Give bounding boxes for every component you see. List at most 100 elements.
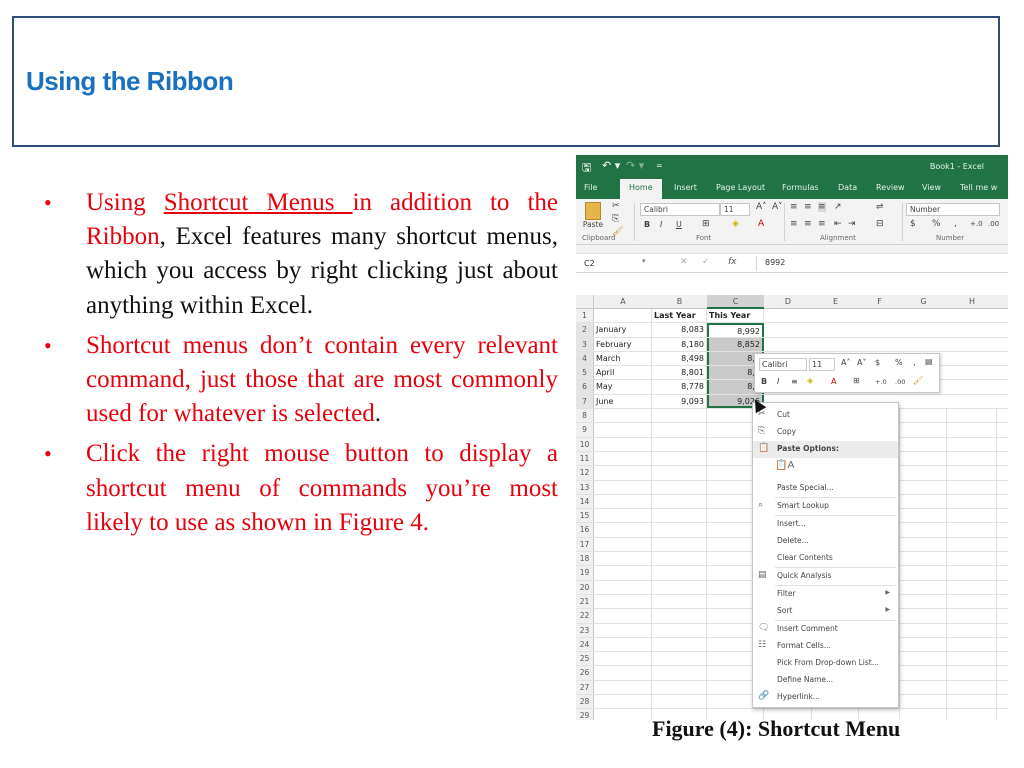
cell-last-year[interactable]: 8,801: [652, 366, 707, 380]
cell-last-year[interactable]: 8,180: [652, 337, 707, 351]
cell[interactable]: [900, 695, 947, 709]
cell[interactable]: [900, 423, 947, 437]
column-header-d[interactable]: D: [764, 297, 812, 306]
cell[interactable]: [652, 680, 707, 695]
mini-percent-button[interactable]: %: [895, 358, 903, 367]
menu-item-pick-from-drop-down-list[interactable]: Pick From Drop-down List...: [753, 655, 898, 672]
tab-insert[interactable]: Insert: [674, 183, 697, 192]
cell[interactable]: [652, 494, 707, 509]
decrease-indent-icon[interactable]: ⇤: [834, 219, 842, 229]
cell[interactable]: [652, 695, 707, 709]
row-number[interactable]: 6: [576, 380, 594, 394]
cell[interactable]: [947, 523, 997, 537]
menu-item-insert-comment[interactable]: 🗨 Insert Comment: [753, 621, 898, 638]
menu-item-format-cells[interactable]: ☷ Format Cells...: [753, 638, 898, 655]
mini-font-select[interactable]: Calibri: [759, 358, 807, 371]
cell[interactable]: [594, 609, 652, 623]
cell[interactable]: [900, 709, 947, 720]
align-center-icon[interactable]: ≡: [804, 219, 812, 229]
column-header-g[interactable]: G: [900, 297, 947, 306]
cell[interactable]: [947, 480, 997, 494]
cell[interactable]: [900, 566, 947, 580]
cell[interactable]: [947, 537, 997, 552]
cell[interactable]: [652, 409, 707, 423]
name-box-dropdown-icon[interactable]: ▾: [642, 257, 646, 265]
font-color-icon[interactable]: A: [758, 219, 764, 229]
cell[interactable]: [947, 409, 997, 423]
row-number[interactable]: 25: [576, 652, 594, 666]
align-bottom-icon[interactable]: ≡: [818, 202, 826, 212]
currency-button[interactable]: $: [910, 219, 916, 229]
menu-item-quick-analysis[interactable]: ▤ Quick Analysis: [753, 568, 898, 585]
cell[interactable]: [947, 451, 997, 466]
cell[interactable]: [652, 523, 707, 537]
tab-page-layout[interactable]: Page Layout: [716, 183, 765, 192]
cell-month[interactable]: January: [594, 323, 652, 337]
increase-indent-icon[interactable]: ⇥: [848, 219, 856, 229]
cell-last-year[interactable]: 8,778: [652, 380, 707, 394]
cell[interactable]: [594, 409, 652, 423]
comma-button[interactable]: ‚: [954, 219, 957, 229]
cell[interactable]: [947, 594, 997, 609]
cell[interactable]: [652, 423, 707, 437]
cell[interactable]: [947, 509, 997, 523]
copy-icon[interactable]: ⎘: [612, 214, 619, 224]
column-header-h[interactable]: H: [947, 297, 997, 306]
cell[interactable]: [900, 509, 947, 523]
row-number[interactable]: 10: [576, 437, 594, 451]
cell[interactable]: [652, 637, 707, 652]
italic-button[interactable]: I: [660, 220, 662, 229]
cell[interactable]: [900, 580, 947, 594]
cell[interactable]: [594, 709, 652, 720]
row-number[interactable]: 23: [576, 623, 594, 637]
cell[interactable]: [652, 652, 707, 666]
tab-formulas[interactable]: Formulas: [782, 183, 819, 192]
cell[interactable]: [947, 494, 997, 509]
cell[interactable]: [594, 652, 652, 666]
cell-last-year[interactable]: 8,498: [652, 351, 707, 366]
paste-button[interactable]: Paste: [582, 202, 604, 234]
row-number[interactable]: 27: [576, 680, 594, 695]
cell[interactable]: [652, 552, 707, 566]
mini-fill-icon[interactable]: ◈: [807, 376, 813, 385]
wrap-text-icon[interactable]: ⇌: [876, 202, 884, 212]
formula-input[interactable]: 8992: [756, 256, 1008, 271]
column-header-b[interactable]: B: [652, 297, 707, 306]
tab-data[interactable]: Data: [838, 183, 857, 192]
decrease-decimal-button[interactable]: .00: [988, 220, 999, 228]
mini-decrease-decimal-button[interactable]: .00: [895, 378, 905, 386]
cell[interactable]: [652, 580, 707, 594]
row-number[interactable]: 5: [576, 366, 594, 380]
mini-grow-font-button[interactable]: A˄: [841, 358, 850, 367]
tab-view[interactable]: View: [922, 183, 941, 192]
mini-format-icon[interactable]: ▤: [925, 357, 933, 366]
merge-center-icon[interactable]: ⊟: [876, 219, 884, 229]
menu-item-clear-contents[interactable]: Clear Contents: [753, 550, 898, 567]
save-icon[interactable]: 🖫: [582, 159, 591, 178]
column-header-a[interactable]: A: [594, 297, 652, 306]
tab-review[interactable]: Review: [876, 183, 905, 192]
cell[interactable]: [947, 552, 997, 566]
menu-item-cut[interactable]: ✂ Cut: [753, 407, 898, 424]
row-number[interactable]: 19: [576, 566, 594, 580]
mini-italic-button[interactable]: I: [777, 377, 779, 386]
cell-month[interactable]: June: [594, 394, 652, 409]
row-number[interactable]: 24: [576, 637, 594, 652]
cell-month[interactable]: May: [594, 380, 652, 394]
cell[interactable]: [900, 594, 947, 609]
cell-c1[interactable]: This Year: [707, 309, 764, 323]
cell[interactable]: [947, 466, 997, 480]
tab-tell-me-w[interactable]: Tell me w: [960, 183, 997, 192]
row-number[interactable]: 28: [576, 695, 594, 709]
row-number[interactable]: 26: [576, 666, 594, 680]
cell-a1[interactable]: [594, 309, 652, 323]
cell[interactable]: [900, 552, 947, 566]
cell[interactable]: [594, 552, 652, 566]
cell[interactable]: [594, 509, 652, 523]
cell[interactable]: [947, 623, 997, 637]
cell[interactable]: [594, 466, 652, 480]
row-number[interactable]: 17: [576, 537, 594, 552]
insert-function-icon[interactable]: fx: [728, 257, 737, 267]
cell[interactable]: [900, 666, 947, 680]
menu-item-copy[interactable]: ⎘ Copy: [753, 424, 898, 441]
